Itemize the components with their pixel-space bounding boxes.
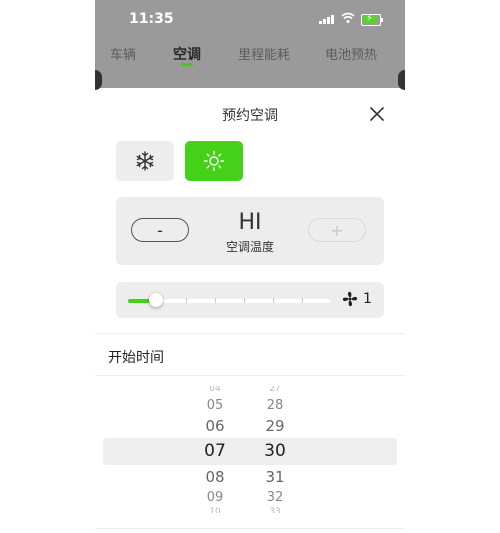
snowflake-icon <box>136 151 154 171</box>
tab-air-conditioning[interactable]: 空调 <box>173 44 201 64</box>
hour-option[interactable]: 04 <box>195 386 235 394</box>
increase-temperature-button[interactable]: + <box>308 218 366 242</box>
phone-screen: 11:35 ⚡ 车辆 空调 里程能耗 电池预热 预约空调 - HI 空调温度 +… <box>95 0 405 533</box>
wifi-icon <box>341 12 355 23</box>
slider-tick <box>186 298 187 303</box>
minute-option[interactable]: 31 <box>255 468 295 486</box>
divider <box>95 333 405 334</box>
battery-icon: ⚡ <box>361 13 383 26</box>
minute-option[interactable]: 28 <box>255 398 295 413</box>
slider-tick <box>244 298 245 303</box>
heat-mode-button[interactable] <box>185 141 243 181</box>
fan-icon <box>342 291 358 307</box>
slider-tick <box>273 298 274 303</box>
hour-option[interactable]: 10 <box>195 507 235 513</box>
sheet-title: 预约空调 <box>222 108 278 124</box>
minute-option[interactable]: 29 <box>255 417 295 435</box>
minute-option[interactable]: 32 <box>255 490 295 505</box>
hour-option[interactable]: 06 <box>195 417 235 435</box>
temperature-card: - HI 空调温度 + <box>116 197 384 265</box>
picker-selection-band <box>103 438 397 465</box>
tab-vehicle[interactable]: 车辆 <box>110 44 136 63</box>
tab-mileage-energy[interactable]: 里程能耗 <box>238 44 290 63</box>
schedule-ac-sheet: 预约空调 - HI 空调温度 + 1 开始时间 04 05 06 07 08 0… <box>95 88 405 533</box>
hour-option[interactable]: 05 <box>195 398 235 413</box>
fan-speed-handle[interactable] <box>149 293 163 307</box>
tab-bar: 车辆 空调 里程能耗 电池预热 <box>95 40 405 70</box>
status-bar: 11:35 ⚡ <box>95 0 405 40</box>
fan-speed-card: 1 <box>116 282 384 318</box>
divider <box>95 375 405 376</box>
tab-battery-preheat[interactable]: 电池预热 <box>325 44 377 63</box>
hour-option[interactable]: 09 <box>195 490 235 505</box>
close-icon[interactable] <box>368 105 386 123</box>
cool-mode-button[interactable] <box>116 141 174 181</box>
minute-option-selected[interactable]: 30 <box>255 441 295 461</box>
sun-icon <box>203 150 225 172</box>
fan-speed-level: 1 <box>363 291 372 307</box>
active-tab-indicator <box>181 63 193 66</box>
hour-option[interactable]: 08 <box>195 468 235 486</box>
slider-tick <box>302 298 303 303</box>
background-edge-right <box>398 70 405 90</box>
divider <box>95 528 405 529</box>
status-time: 11:35 <box>129 11 174 27</box>
hour-option-selected[interactable]: 07 <box>195 441 235 461</box>
minute-option[interactable]: 33 <box>255 507 295 513</box>
minute-option[interactable]: 27 <box>255 386 295 394</box>
signal-icon <box>319 15 334 24</box>
start-time-title: 开始时间 <box>108 350 164 366</box>
slider-tick <box>215 298 216 303</box>
